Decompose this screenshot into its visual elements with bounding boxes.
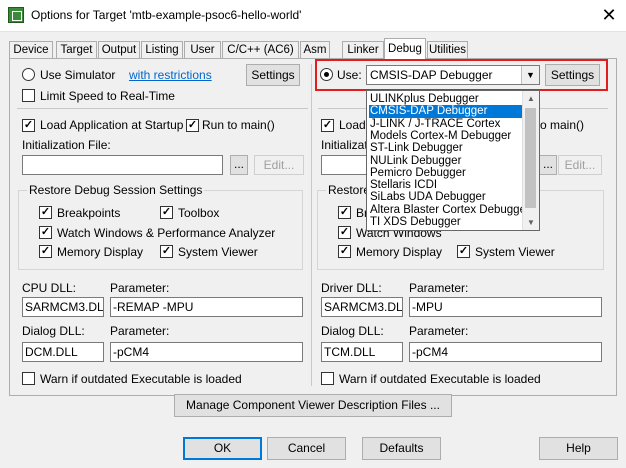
limit-speed-label: Limit Speed to Real-Time bbox=[40, 89, 175, 103]
dropdown-option[interactable]: TI XDS Debugger bbox=[369, 216, 524, 229]
run-to-main-label: Run to main() bbox=[202, 118, 275, 132]
toolbox-label: Toolbox bbox=[178, 206, 220, 220]
pane-separator bbox=[311, 64, 312, 386]
highlight-box bbox=[315, 59, 608, 91]
edit-init-button-right[interactable]: Edit... bbox=[558, 155, 602, 175]
dropdown-option[interactable]: Altera Blaster Cortex Debugger bbox=[369, 204, 530, 217]
warn-outdated-checkbox[interactable] bbox=[22, 372, 35, 385]
help-button[interactable]: Help bbox=[539, 437, 618, 460]
scroll-down-icon[interactable]: ▼ bbox=[523, 215, 539, 230]
system-viewer-checkbox-right[interactable]: ✓ bbox=[457, 245, 470, 258]
browse-init-button[interactable]: ... bbox=[230, 155, 248, 175]
cpu-parameter-input[interactable]: -REMAP -MPU bbox=[110, 297, 303, 317]
dialog-dll-input-right[interactable]: TCM.DLL bbox=[321, 342, 403, 362]
memory-display-checkbox-right[interactable]: ✓ bbox=[338, 245, 351, 258]
debugger-dropdown-list[interactable]: ULINKplus Debugger CMSIS-DAP Debugger J-LI… bbox=[366, 90, 540, 231]
scrollbar-thumb[interactable] bbox=[525, 108, 536, 208]
dropdown-option[interactable]: Models Cortex-M Debugger bbox=[369, 130, 524, 143]
warn-outdated-label: Warn if outdated Executable is loaded bbox=[40, 372, 242, 386]
dropdown-option[interactable]: ULINKplus Debugger bbox=[369, 93, 524, 106]
cpu-dll-input[interactable]: SARMCM3.DLL bbox=[22, 297, 104, 317]
load-app-label-right: Load bbox=[339, 118, 366, 132]
restore-session-title: Restore Debug Session Settings bbox=[27, 183, 205, 197]
close-icon[interactable]: ✕ bbox=[598, 4, 620, 26]
title-bar: Options for Target 'mtb-example-psoc6-he… bbox=[0, 0, 626, 32]
memory-display-checkbox[interactable]: ✓ bbox=[39, 245, 52, 258]
edit-init-button[interactable]: Edit... bbox=[254, 155, 304, 175]
browse-init-button-right[interactable]: ... bbox=[539, 155, 557, 175]
app-icon bbox=[8, 7, 24, 23]
dialog-dll-label-right: Dialog DLL: bbox=[321, 324, 384, 338]
memory-display-label-right: Memory Display bbox=[356, 245, 443, 259]
manage-component-viewer-button[interactable]: Manage Component Viewer Description File… bbox=[174, 394, 452, 417]
cpu-dll-label: CPU DLL: bbox=[22, 281, 77, 295]
dialog-parameter-label-right: Parameter: bbox=[409, 324, 469, 338]
window-title: Options for Target 'mtb-example-psoc6-he… bbox=[31, 8, 302, 22]
tab-asm[interactable]: Asm bbox=[300, 41, 330, 58]
run-to-main-checkbox[interactable]: ✓ bbox=[186, 119, 199, 132]
system-viewer-checkbox[interactable]: ✓ bbox=[160, 245, 173, 258]
tab-output[interactable]: Output bbox=[98, 41, 140, 58]
dialog-dll-input[interactable]: DCM.DLL bbox=[22, 342, 104, 362]
defaults-button[interactable]: Defaults bbox=[362, 437, 441, 460]
toolbox-checkbox[interactable]: ✓ bbox=[160, 206, 173, 219]
watch-windows-checkbox[interactable]: ✓ bbox=[39, 226, 52, 239]
tab-c-c-ac6[interactable]: C/C++ (AC6) bbox=[222, 41, 299, 58]
dialog-parameter-input[interactable]: -pCM4 bbox=[110, 342, 303, 362]
limit-speed-checkbox[interactable] bbox=[22, 89, 35, 102]
scroll-up-icon[interactable]: ▲ bbox=[523, 91, 539, 106]
divider bbox=[17, 108, 308, 109]
dialog-parameter-input-right[interactable]: -pCM4 bbox=[409, 342, 602, 362]
cpu-parameter-label: Parameter: bbox=[110, 281, 170, 295]
cancel-button[interactable]: Cancel bbox=[267, 437, 346, 460]
use-simulator-radio[interactable] bbox=[22, 68, 35, 81]
driver-parameter-label: Parameter: bbox=[409, 281, 469, 295]
tab-linker[interactable]: Linker bbox=[342, 41, 384, 58]
run-to-main-label-right: o main() bbox=[540, 118, 585, 132]
tab-device[interactable]: Device bbox=[9, 41, 53, 58]
dropdown-option[interactable]: SiLabs UDA Debugger bbox=[369, 191, 524, 204]
driver-dll-input[interactable]: SARMCM3.DLL bbox=[321, 297, 403, 317]
load-app-checkbox-right[interactable]: ✓ bbox=[321, 119, 334, 132]
breakpoints-checkbox-right[interactable]: ✓ bbox=[338, 206, 351, 219]
breakpoints-label: Breakpoints bbox=[57, 206, 121, 220]
dialog-dll-label: Dialog DLL: bbox=[22, 324, 85, 338]
warn-outdated-checkbox-right[interactable] bbox=[321, 372, 334, 385]
tab-user[interactable]: User bbox=[184, 41, 221, 58]
dropdown-option[interactable]: CMSIS-DAP Debugger bbox=[369, 105, 524, 119]
tab-debug[interactable]: Debug bbox=[384, 38, 426, 60]
system-viewer-label: System Viewer bbox=[178, 245, 258, 259]
warn-outdated-label-right: Warn if outdated Executable is loaded bbox=[339, 372, 541, 386]
tab-target[interactable]: Target bbox=[56, 41, 97, 58]
with-restrictions-link[interactable]: with restrictions bbox=[129, 68, 212, 82]
dropdown-scrollbar[interactable]: ▲ ▼ bbox=[522, 91, 539, 230]
dropdown-option[interactable]: NULink Debugger bbox=[369, 155, 524, 168]
ok-button[interactable]: OK bbox=[183, 437, 262, 460]
driver-dll-label: Driver DLL: bbox=[321, 281, 382, 295]
system-viewer-label-right: System Viewer bbox=[475, 245, 555, 259]
watch-windows-checkbox-right[interactable]: ✓ bbox=[338, 226, 351, 239]
load-app-checkbox[interactable]: ✓ bbox=[22, 119, 35, 132]
init-file-input[interactable] bbox=[22, 155, 223, 175]
tab-utilities[interactable]: Utilities bbox=[427, 41, 468, 58]
load-app-label: Load Application at Startup bbox=[40, 118, 184, 132]
dialog-parameter-label: Parameter: bbox=[110, 324, 170, 338]
simulator-settings-button[interactable]: Settings bbox=[246, 64, 300, 86]
dropdown-option[interactable]: ST-Link Debugger bbox=[369, 142, 524, 155]
tab-listing[interactable]: Listing bbox=[141, 41, 183, 58]
dropdown-option[interactable]: J-LINK / J-TRACE Cortex bbox=[369, 118, 524, 131]
dropdown-option[interactable]: Pemicro Debugger bbox=[369, 167, 524, 180]
use-simulator-label: Use Simulator bbox=[40, 68, 116, 82]
watch-windows-label: Watch Windows & Performance Analyzer bbox=[57, 226, 276, 240]
breakpoints-checkbox[interactable]: ✓ bbox=[39, 206, 52, 219]
dropdown-option[interactable]: Stellaris ICDI bbox=[369, 179, 524, 192]
driver-parameter-input[interactable]: -MPU bbox=[409, 297, 602, 317]
init-file-label: Initialization File: bbox=[22, 138, 111, 152]
memory-display-label: Memory Display bbox=[57, 245, 144, 259]
